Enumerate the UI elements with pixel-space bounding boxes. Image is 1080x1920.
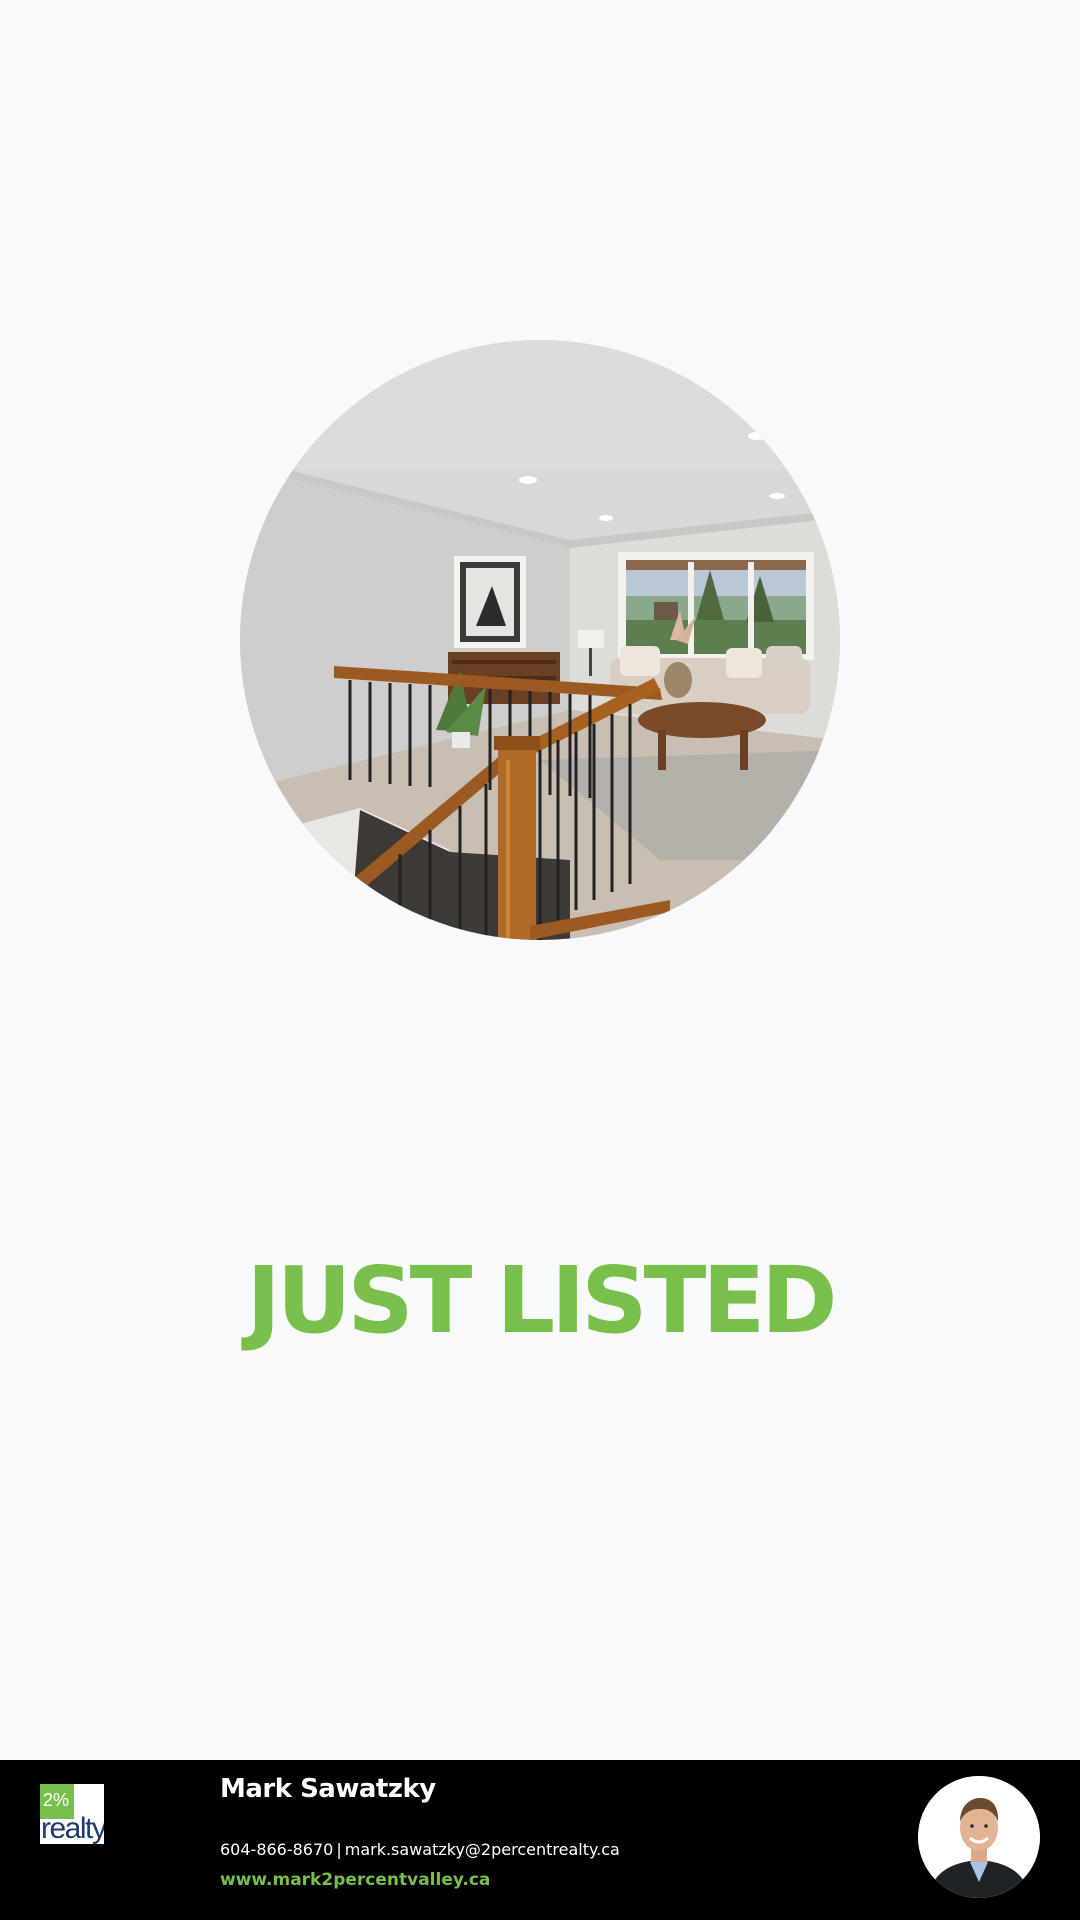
agent-avatar <box>918 1776 1040 1898</box>
agent-footer-bar: 2% realty Mark Sawatzky 604-866-8670 | mar… <box>0 1760 1080 1920</box>
logo-percent-text: 2% <box>43 1790 70 1810</box>
agent-email[interactable]: mark.sawatzky@2percentrealty.ca <box>345 1840 620 1859</box>
agent-phone[interactable]: 604-866-8670 <box>220 1840 333 1859</box>
agent-website-link[interactable]: www.mark2percentvalley.ca <box>220 1870 490 1890</box>
brand-logo: 2% realty <box>40 1784 104 1844</box>
logo-word-text: realty <box>41 1812 104 1844</box>
agent-name: Mark Sawatzky <box>220 1774 436 1804</box>
contact-separator: | <box>336 1840 342 1859</box>
headline-just-listed: JUST LISTED <box>246 1247 837 1354</box>
contact-line: 604-866-8670 | mark.sawatzky@2percentrealt… <box>220 1840 620 1859</box>
listing-photo <box>240 340 840 940</box>
